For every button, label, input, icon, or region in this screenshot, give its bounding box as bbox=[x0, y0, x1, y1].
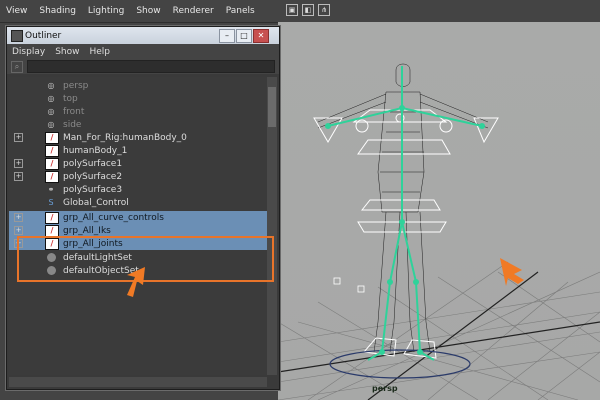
outliner-title: Outliner bbox=[25, 30, 62, 41]
list-item[interactable]: ⚭ polySurface3 bbox=[9, 183, 267, 196]
menu-shading[interactable]: Shading bbox=[33, 6, 82, 16]
menu-help[interactable]: Help bbox=[84, 47, 115, 57]
vertical-scrollbar[interactable] bbox=[267, 77, 277, 375]
callout-arrow bbox=[127, 267, 145, 297]
list-item[interactable]: ◎ top bbox=[9, 92, 267, 105]
outliner-window: Outliner – □ ✕ Display Show Help ⌕ ◎ per… bbox=[6, 26, 280, 390]
list-item-selected[interactable]: + / grp_All_curve_controls bbox=[9, 211, 267, 224]
list-item[interactable]: ◎ front bbox=[9, 105, 267, 118]
menu-show[interactable]: Show bbox=[130, 6, 166, 16]
camera-icon: ◎ bbox=[47, 119, 55, 129]
cube-icon[interactable]: ◧ bbox=[302, 4, 314, 16]
list-item[interactable]: + / polySurface1 bbox=[9, 157, 267, 170]
set-icon bbox=[47, 253, 56, 262]
close-icon[interactable]: ✕ bbox=[253, 29, 269, 43]
rig-joint-nodes bbox=[325, 105, 485, 355]
mesh-icon: / bbox=[45, 144, 59, 157]
list-item[interactable]: ◎ persp bbox=[9, 79, 267, 92]
list-item[interactable]: / humanBody_1 bbox=[9, 144, 267, 157]
expand-toggle[interactable]: + bbox=[14, 159, 23, 168]
list-item-selected[interactable]: + / grp_All_joints bbox=[9, 237, 267, 250]
camera-icon: ◎ bbox=[47, 80, 55, 90]
outliner-titlebar[interactable]: Outliner – □ ✕ bbox=[7, 27, 279, 44]
select-camera-icon[interactable]: ▣ bbox=[286, 4, 298, 16]
list-item[interactable]: + / Man_For_Rig:humanBody_0 bbox=[9, 131, 267, 144]
set-icon bbox=[47, 266, 56, 275]
mesh-icon: / bbox=[45, 157, 59, 170]
menu-panels[interactable]: Panels bbox=[220, 6, 261, 16]
maximize-icon[interactable]: □ bbox=[236, 29, 252, 43]
mesh-icon: / bbox=[45, 131, 59, 144]
group-icon: ⚭ bbox=[47, 184, 55, 194]
menu-lighting[interactable]: Lighting bbox=[82, 6, 130, 16]
mesh-icon: / bbox=[45, 211, 59, 224]
ground-grid bbox=[278, 261, 600, 400]
mesh-icon: / bbox=[45, 237, 59, 250]
mesh-icon: / bbox=[45, 224, 59, 237]
mesh-icon: / bbox=[45, 170, 59, 183]
menu-view[interactable]: View bbox=[0, 6, 33, 16]
viewport-toolbar: ▣ ◧ ⋔ bbox=[286, 4, 330, 16]
search-input[interactable] bbox=[27, 60, 275, 73]
list-item[interactable]: ◎ side bbox=[9, 118, 267, 131]
outliner-search-row: ⌕ bbox=[7, 59, 279, 74]
expand-toggle[interactable]: + bbox=[14, 172, 23, 181]
minimize-icon[interactable]: – bbox=[219, 29, 235, 43]
menu-show[interactable]: Show bbox=[50, 47, 84, 57]
list-item[interactable]: defaultLightSet bbox=[9, 251, 267, 264]
maya-app-icon bbox=[11, 30, 23, 42]
list-item-selected[interactable]: + / grp_All_Iks bbox=[9, 224, 267, 237]
menu-display[interactable]: Display bbox=[7, 47, 50, 57]
locator-icons bbox=[333, 277, 365, 293]
camera-icon: ◎ bbox=[47, 93, 55, 103]
filter-icon[interactable]: ⌕ bbox=[11, 60, 23, 73]
viewport-scene bbox=[278, 63, 600, 400]
outliner-list: ◎ persp ◎ top ◎ front ◎ side + / Man_For… bbox=[9, 77, 267, 375]
expand-toggle[interactable]: + bbox=[14, 239, 23, 248]
curve-icon: S bbox=[48, 197, 54, 207]
grid-axis bbox=[278, 271, 600, 400]
list-item[interactable]: S Global_Control bbox=[9, 196, 267, 209]
share-icon[interactable]: ⋔ bbox=[318, 4, 330, 16]
expand-toggle[interactable]: + bbox=[14, 226, 23, 235]
outliner-menubar: Display Show Help bbox=[7, 44, 279, 59]
list-item[interactable]: + / polySurface2 bbox=[9, 170, 267, 183]
menu-renderer[interactable]: Renderer bbox=[167, 6, 220, 16]
scroll-thumb[interactable] bbox=[268, 87, 276, 127]
expand-toggle[interactable]: + bbox=[14, 133, 23, 142]
camera-icon: ◎ bbox=[47, 106, 55, 116]
expand-toggle[interactable]: + bbox=[14, 213, 23, 222]
horizontal-scrollbar[interactable] bbox=[9, 377, 267, 387]
rig-controls bbox=[313, 109, 499, 359]
camera-label: persp bbox=[372, 384, 398, 393]
